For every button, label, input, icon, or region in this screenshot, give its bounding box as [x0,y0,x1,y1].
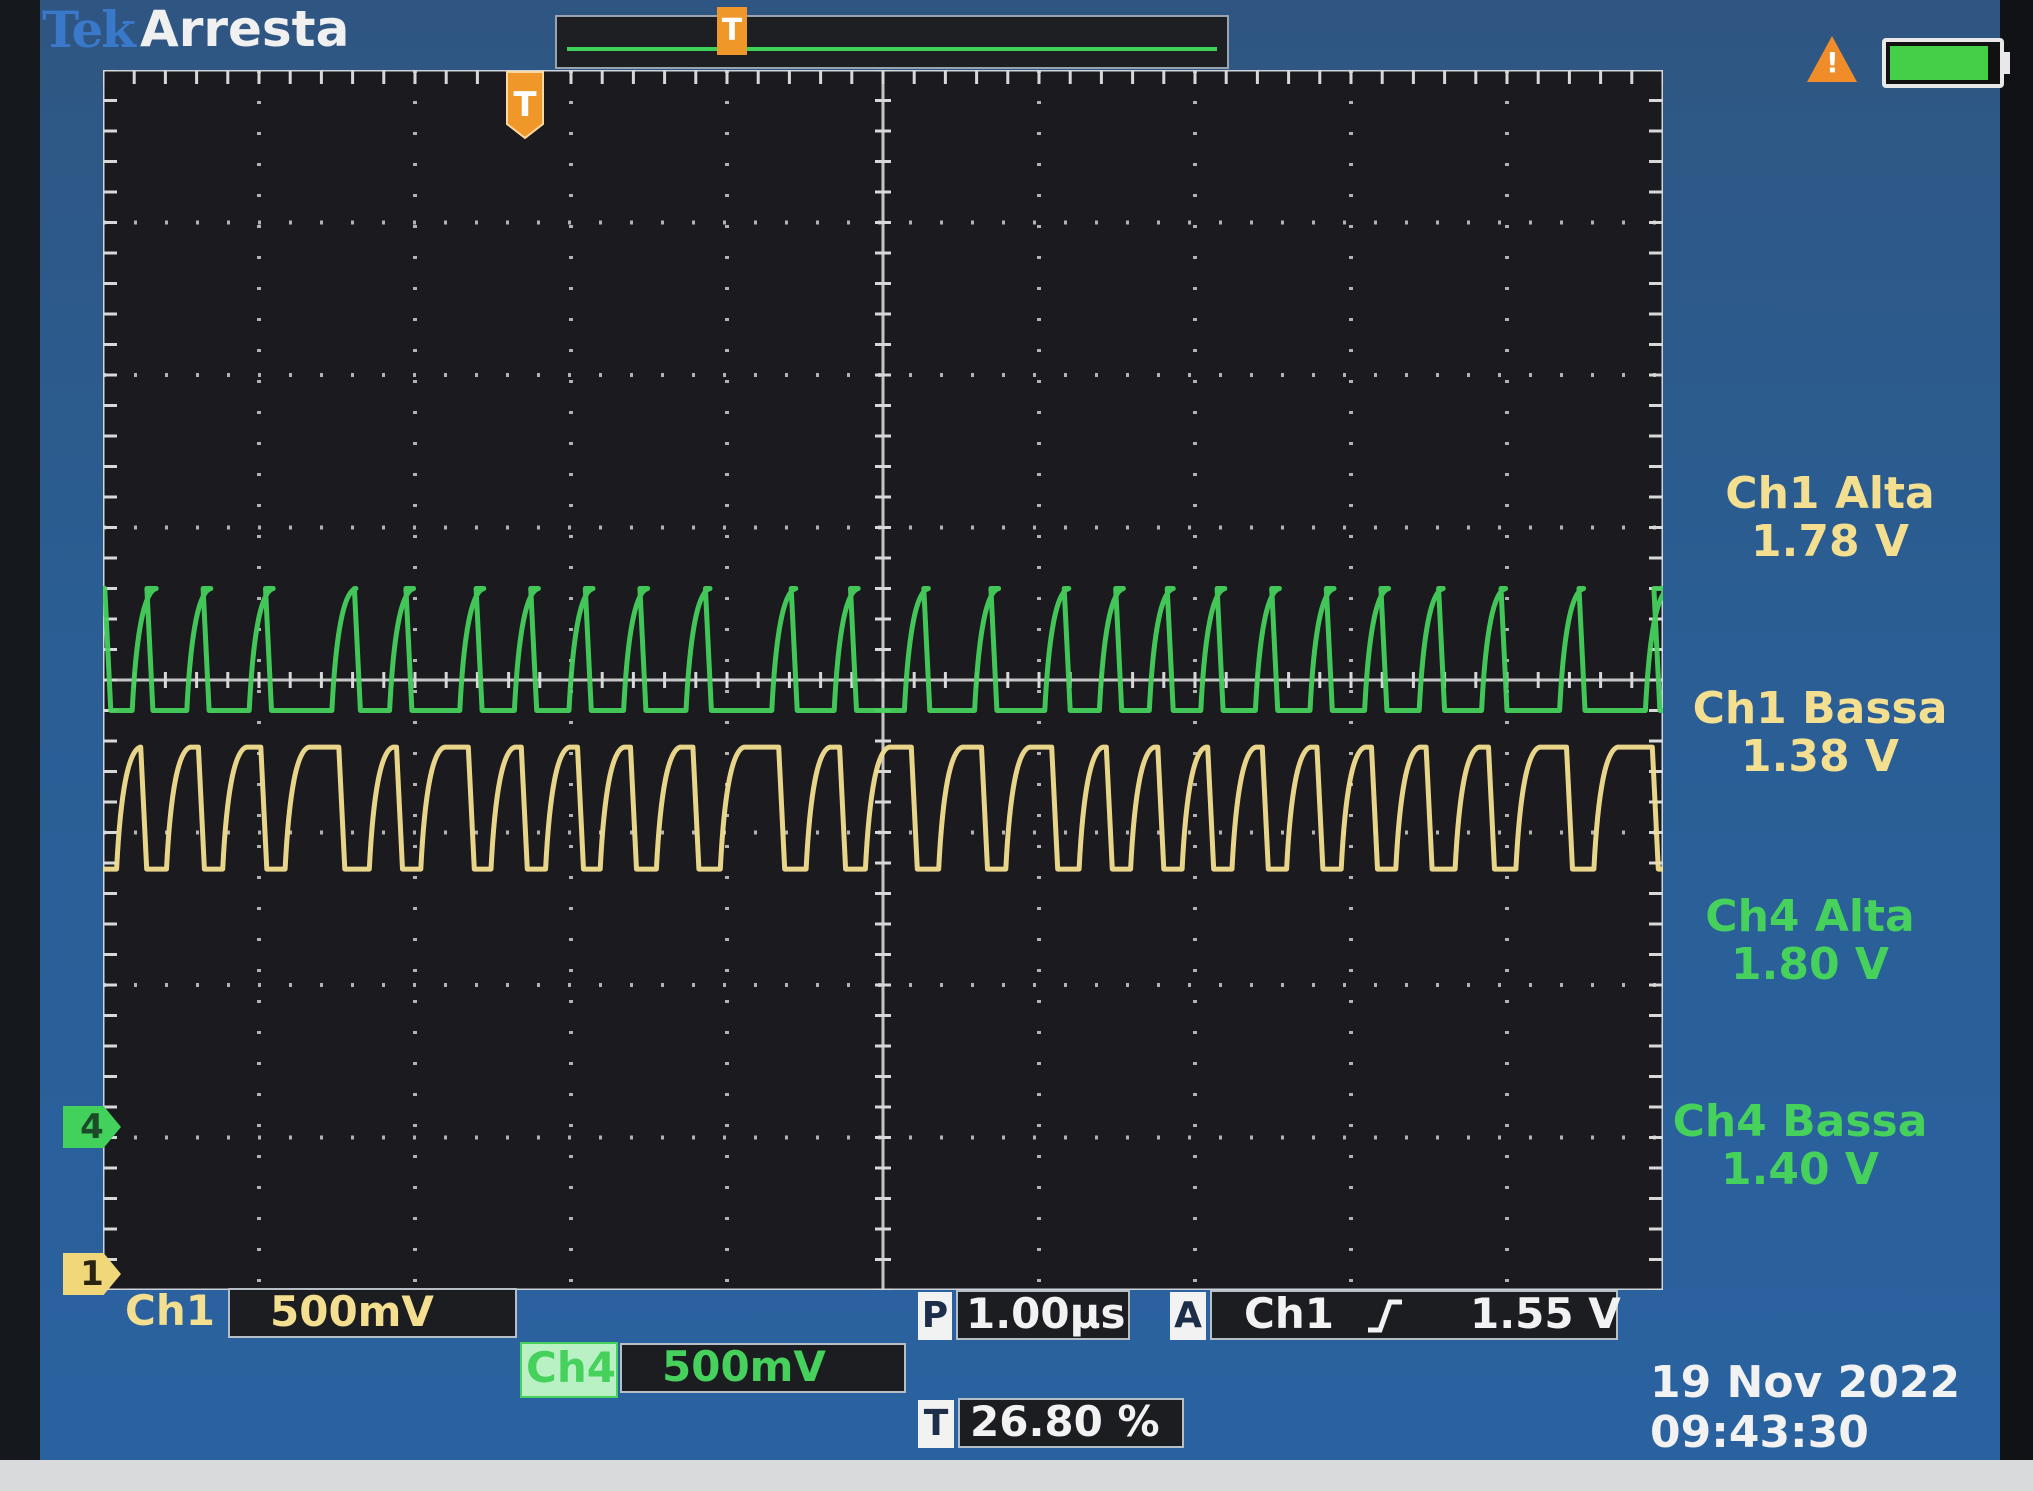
time: 09:43:30 [1650,1407,1869,1458]
brand-logo: Tek [42,0,136,59]
measurement-ch1-high[interactable]: Ch1 Alta 1.78 V [1700,470,1960,566]
ch4-scale: 500mV [662,1342,826,1391]
trigger-position-icon: T [506,71,544,140]
timebase-badge: P [918,1292,952,1340]
battery-level [1890,46,1988,80]
ch4-scale-box[interactable]: 500mV [620,1342,906,1393]
trigger-offset-badge: T [918,1400,954,1448]
ch1-scale: 500mV [270,1287,434,1336]
trigger-position-label: T [513,85,537,125]
measurement-value: 1.80 V [1731,939,1889,990]
acquisition-status: Arresta [140,0,350,58]
record-view-bar: T [555,7,1229,69]
measurement-value: 1.40 V [1721,1144,1879,1195]
measurement-label: Ch1 Alta [1725,468,1935,519]
trigger-source: Ch1 [1244,1289,1334,1338]
warning-icon[interactable]: ! [1807,36,1857,82]
timebase-value: 1.00µs [966,1289,1126,1338]
ch1-scale-box[interactable]: 500mV [228,1287,517,1338]
trigger-setup-box[interactable]: Ch1 1.55 V [1210,1289,1621,1340]
rising-edge-icon [1368,1299,1402,1333]
ch4-label-box[interactable]: Ch4 [520,1342,618,1398]
measurement-ch1-low[interactable]: Ch1 Bassa 1.38 V [1690,685,1950,781]
measurement-label: Ch1 Bassa [1692,683,1948,734]
trigger-offset-box[interactable]: 26.80 % [958,1397,1184,1448]
measurement-value: 1.38 V [1741,731,1899,782]
measurement-ch4-high[interactable]: Ch4 Alta 1.80 V [1680,893,1940,989]
datetime: 19 Nov 2022 09:43:30 [1650,1358,1960,1458]
ch4-label: Ch4 [526,1343,616,1392]
timebase-box[interactable]: 1.00µs [956,1289,1130,1340]
waveform-plot [103,70,1663,1290]
date: 19 Nov 2022 [1650,1357,1961,1408]
measurement-value: 1.78 V [1751,516,1909,567]
measurement-ch4-low[interactable]: Ch4 Bassa 1.40 V [1670,1098,1930,1194]
trigger-mode-badge: A [1170,1292,1206,1340]
record-trigger-icon: T [717,7,747,55]
trigger-offset-value: 26.80 % [970,1397,1160,1446]
measurement-label: Ch4 Alta [1705,891,1915,942]
bezel-left [0,0,40,1491]
bezel-right [2000,0,2033,1491]
trigger-level: 1.55 V [1470,1289,1621,1338]
ch1-label[interactable]: Ch1 [125,1285,215,1337]
measurement-label: Ch4 Bassa [1672,1096,1928,1147]
bezel-bottom [0,1460,2033,1491]
record-view-line [567,47,1217,51]
battery-icon [1882,38,2010,88]
